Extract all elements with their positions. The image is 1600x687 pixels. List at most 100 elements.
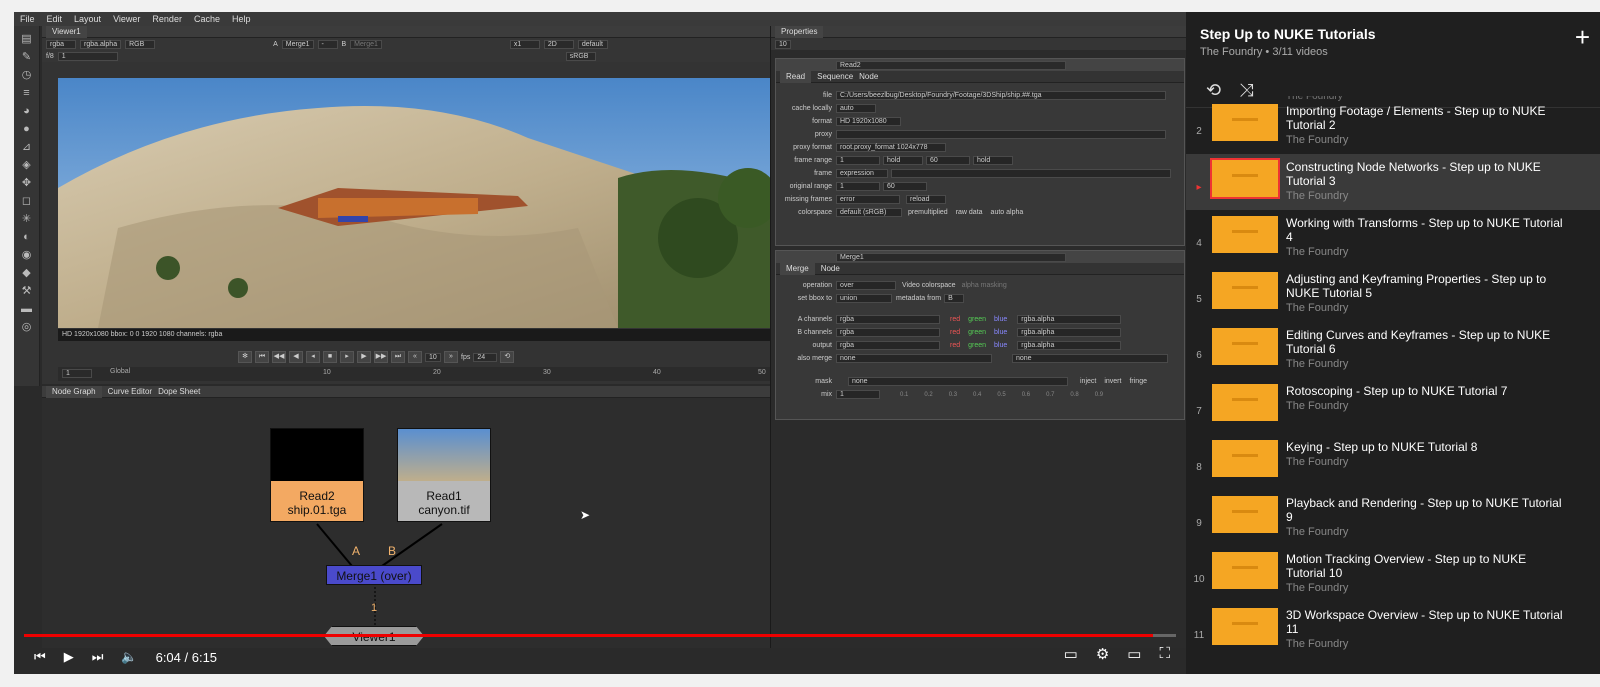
- alpha-masking-checkbox[interactable]: alpha masking: [962, 282, 1007, 289]
- last-frame-icon[interactable]: ⏭: [391, 351, 405, 363]
- max-panels-field[interactable]: 10: [775, 39, 791, 49]
- merge-tool-icon[interactable]: ◈: [20, 158, 34, 172]
- video-title[interactable]: Adjusting and Keyframing Properties - St…: [1286, 272, 1566, 300]
- tab-merge-node[interactable]: Node: [821, 264, 840, 273]
- video-title[interactable]: Importing Footage / Elements - Step up t…: [1286, 104, 1566, 132]
- out-alpha-dropdown[interactable]: rgba.alpha: [1017, 341, 1122, 350]
- tab-merge[interactable]: Merge: [780, 262, 815, 275]
- a-blue-checkbox[interactable]: blue: [994, 316, 1007, 323]
- loop-icon[interactable]: ⟲: [500, 351, 515, 363]
- b-channels-dropdown[interactable]: rgba: [836, 328, 940, 337]
- playlist-item[interactable]: 10 Motion Tracking Overview - Step up to …: [1186, 546, 1600, 602]
- video-title[interactable]: Working with Transforms - Step up to NUK…: [1286, 216, 1566, 244]
- loop-playlist-icon[interactable]: ⟲: [1206, 80, 1221, 100]
- zoom-dropdown[interactable]: x1: [509, 39, 540, 49]
- proxy-format-dropdown[interactable]: root.proxy_format 1024x778: [836, 143, 946, 152]
- reload-button[interactable]: reload: [906, 195, 946, 204]
- video-title[interactable]: Constructing Node Networks - Step up to …: [1286, 160, 1566, 188]
- settings-icon[interactable]: ⚙: [1096, 645, 1109, 663]
- metadata-dropdown[interactable]: B: [944, 294, 965, 303]
- menu-render[interactable]: Render: [152, 14, 182, 24]
- playlist-item[interactable]: 5 Adjusting and Keyframing Properties - S…: [1186, 266, 1600, 322]
- views-tool-icon[interactable]: ◉: [20, 248, 34, 262]
- video-title[interactable]: Editing Curves and Keyframes - Step up t…: [1286, 328, 1566, 356]
- a-green-checkbox[interactable]: green: [968, 316, 986, 323]
- menu-cache[interactable]: Cache: [194, 14, 220, 24]
- node-graph[interactable]: Node Graph Curve Editor Dope Sheet A B 1…: [42, 385, 770, 648]
- colorspace-dropdown[interactable]: default (sRGB): [836, 208, 902, 217]
- playlist-item[interactable]: 2 Importing Footage / Elements - Step up …: [1186, 98, 1600, 154]
- add-to-playlist-icon[interactable]: +: [1575, 22, 1590, 53]
- b-green-checkbox[interactable]: green: [968, 329, 986, 336]
- channels-dropdown[interactable]: rgba: [46, 39, 76, 49]
- video-title[interactable]: Playback and Rendering - Step up to NUKE…: [1286, 496, 1566, 524]
- image-tool-icon[interactable]: ▤: [20, 32, 34, 46]
- frame-mode-dropdown[interactable]: expression: [836, 169, 888, 178]
- playlist-item[interactable]: 7 Rotoscoping - Step up to NUKE Tutorial …: [1186, 378, 1600, 434]
- display-dropdown[interactable]: sRGB: [565, 51, 596, 61]
- tab-viewer1[interactable]: Viewer1: [46, 25, 87, 38]
- merge1-node[interactable]: Merge1 (over): [326, 565, 422, 585]
- mix-slider[interactable]: 0.1 0.2 0.3 0.4 0.5 0.6 0.7 0.8 0.9: [900, 392, 1103, 398]
- menu-file[interactable]: File: [20, 14, 35, 24]
- channel-tool-icon[interactable]: ≡: [20, 86, 34, 100]
- next-icon[interactable]: ⏭: [92, 649, 104, 665]
- tab-node-graph[interactable]: Node Graph: [46, 385, 102, 398]
- first-frame-icon[interactable]: ⏮: [255, 351, 269, 363]
- invert-checkbox[interactable]: invert: [1104, 378, 1121, 385]
- compare-dropdown[interactable]: -: [317, 39, 338, 49]
- video-thumbnail[interactable]: [1212, 496, 1278, 533]
- subtitles-icon[interactable]: ▭: [1064, 645, 1078, 663]
- frame-step-field[interactable]: 10: [425, 352, 441, 362]
- metadata-tool-icon[interactable]: ◆: [20, 266, 34, 280]
- previous-icon[interactable]: ⏮: [34, 649, 46, 665]
- display-mode-dropdown[interactable]: RGB: [125, 39, 156, 49]
- auto-alpha-checkbox[interactable]: auto alpha: [991, 209, 1024, 216]
- prev-keyframe-icon[interactable]: ◀◀: [272, 351, 286, 363]
- mix-field[interactable]: 1: [836, 390, 880, 399]
- frame-in-field[interactable]: 1: [62, 369, 92, 378]
- step-forward-icon[interactable]: ▸: [340, 351, 354, 363]
- video-thumbnail[interactable]: [1212, 552, 1278, 589]
- playback-mode-icon[interactable]: ✻: [238, 351, 252, 363]
- out-green-checkbox[interactable]: green: [968, 342, 986, 349]
- keyer-tool-icon[interactable]: ⊿: [20, 140, 34, 154]
- playlist-item[interactable]: 9 Playback and Rendering - Step up to NUK…: [1186, 490, 1600, 546]
- cache-dropdown[interactable]: auto: [836, 104, 876, 113]
- video-thumbnail[interactable]: [1212, 272, 1278, 309]
- viewer-image[interactable]: [58, 78, 770, 328]
- tab-node[interactable]: Node: [859, 72, 878, 81]
- skip-back-icon[interactable]: «: [408, 351, 422, 363]
- read2-node[interactable]: Read2 ship.01.tga: [270, 428, 364, 522]
- time-tool-icon[interactable]: ◷: [20, 68, 34, 82]
- playlist-item[interactable]: 8 Keying - Step up to NUKE Tutorial 8 The …: [1186, 434, 1600, 490]
- play-icon[interactable]: ▶: [64, 649, 74, 665]
- other-tool-icon[interactable]: ▬: [20, 302, 34, 316]
- video-thumbnail[interactable]: [1210, 158, 1280, 199]
- range-mode-dropdown[interactable]: Global: [110, 368, 130, 375]
- out-blue-checkbox[interactable]: blue: [994, 342, 1007, 349]
- play-forward-icon[interactable]: ▶: [357, 351, 371, 363]
- skip-forward-icon[interactable]: »: [444, 351, 458, 363]
- read2-name-field[interactable]: Read2: [836, 60, 1066, 70]
- menu-viewer[interactable]: Viewer: [113, 14, 140, 24]
- toolsets-tool-icon[interactable]: ⚒: [20, 284, 34, 298]
- playlist-item[interactable]: 6 Editing Curves and Keyframes - Step up …: [1186, 322, 1600, 378]
- playlist-item[interactable]: 4 Working with Transforms - Step up to NU…: [1186, 210, 1600, 266]
- video-thumbnail[interactable]: [1212, 440, 1278, 477]
- a-red-checkbox[interactable]: red: [950, 316, 960, 323]
- video-thumbnail[interactable]: [1212, 104, 1278, 141]
- input-b-dropdown[interactable]: Merge1: [350, 39, 382, 49]
- menu-help[interactable]: Help: [232, 14, 251, 24]
- premultiplied-checkbox[interactable]: premultiplied: [908, 209, 948, 216]
- menu-edit[interactable]: Edit: [47, 14, 63, 24]
- merge1-name-field[interactable]: Merge1: [836, 252, 1066, 262]
- raw-data-checkbox[interactable]: raw data: [956, 209, 983, 216]
- draw-tool-icon[interactable]: ✎: [20, 50, 34, 64]
- video-title[interactable]: Rotoscoping - Step up to NUKE Tutorial 7: [1286, 384, 1566, 398]
- proxy-field[interactable]: [836, 130, 1166, 139]
- video-title[interactable]: Motion Tracking Overview - Step up to NU…: [1286, 552, 1566, 580]
- frame-range-before[interactable]: hold: [883, 156, 923, 165]
- output-dropdown[interactable]: rgba: [836, 341, 940, 350]
- play-back-icon[interactable]: ◀: [289, 351, 303, 363]
